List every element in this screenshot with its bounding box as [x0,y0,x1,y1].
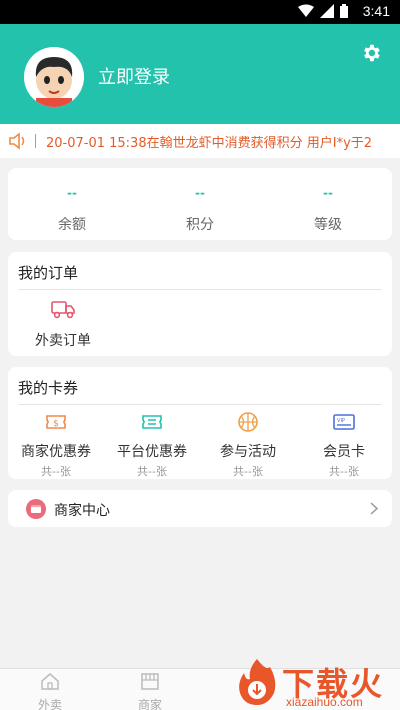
vip-card-icon: VIP [333,414,355,430]
coupon-label: 平台优惠券 [117,444,187,460]
stat-value: -- [323,186,333,200]
status-bar: 3:41 [0,0,400,24]
announcement-ticker[interactable]: 20-07-01 15:38在翰世龙虾中消费获得积分 用户I*y于2 [0,124,400,158]
tab-delivery-label: 外卖 [37,698,62,710]
tab-delivery[interactable]: 外卖 [20,671,80,710]
coupon-label: 商家优惠券 [21,444,91,460]
stat-label: 余额 [58,217,86,233]
watermark: 下载火 xiazaihuo.com [232,655,400,710]
vip-card-button[interactable]: VIP 会员卡 共--张 [296,411,392,479]
delivery-orders-label: 外卖订单 [35,333,91,349]
coupon-count: 共--张 [137,465,167,478]
my-orders-card: 我的订单 外卖订单 [8,252,392,356]
delivery-orders-button[interactable]: 外卖订单 [28,298,98,350]
signal-icon [320,4,334,18]
stat-label: 等级 [314,217,342,233]
svg-text:VIP: VIP [337,418,345,424]
watermark-url: xiazaihuo.com [286,695,363,709]
coupons-divider [18,404,382,405]
coupon-row: $ 商家优惠券 共--张 平台优惠券 共--张 参与活动 共--张 VIP 会员… [8,411,392,479]
tab-merchant-label: 商家 [137,698,162,710]
platform-coupon-button[interactable]: 平台优惠券 共--张 [104,411,200,479]
platform-coupon-icon [142,415,162,429]
merchant-center-icon [26,499,46,519]
wifi-icon [298,4,314,17]
merchant-coupon-icon: $ [46,415,66,429]
delivery-truck-icon [51,301,75,319]
coupon-count: 共--张 [41,465,71,478]
merchant-center-label: 商家中心 [54,503,110,519]
orders-divider [18,289,382,290]
my-coupons-card: 我的卡券 $ 商家优惠券 共--张 平台优惠券 共--张 参与活动 共--张 V… [8,367,392,479]
coupon-label: 参与活动 [220,444,276,460]
svg-text:$: $ [53,419,59,429]
coupon-count: 共--张 [329,465,359,478]
coupons-title: 我的卡券 [18,379,79,397]
home-icon [41,673,59,690]
ticker-divider [35,134,36,148]
orders-title: 我的订单 [18,264,79,282]
stat-level[interactable]: -- 等级 [264,168,392,240]
account-stats-card: -- 余额 -- 积分 -- 等级 [8,168,392,240]
stat-value: -- [195,186,205,200]
merchant-coupon-button[interactable]: $ 商家优惠券 共--张 [8,411,104,479]
speaker-icon [9,132,25,150]
activities-button[interactable]: 参与活动 共--张 [200,411,296,479]
store-icon [141,673,159,690]
tab-merchant[interactable]: 商家 [120,671,180,710]
gear-icon[interactable] [360,42,382,64]
chevron-right-icon [370,502,378,515]
status-icons [298,4,348,18]
flame-logo-icon [239,659,276,705]
basketball-icon [238,412,258,432]
status-time: 3:41 [362,3,390,19]
coupon-count: 共--张 [233,465,263,478]
profile-header: 立即登录 [0,24,400,124]
avatar-icon[interactable] [24,47,84,107]
stat-points[interactable]: -- 积分 [136,168,264,240]
merchant-center-row[interactable]: 商家中心 [8,490,392,527]
ticker-message: 20-07-01 15:38在翰世龙虾中消费获得积分 用户I*y于2 [46,136,373,151]
stat-value: -- [67,186,77,200]
stat-balance[interactable]: -- 余额 [8,168,136,240]
stat-label: 积分 [186,217,214,233]
coupon-label: 会员卡 [323,444,365,460]
battery-icon [340,4,348,18]
login-link[interactable]: 立即登录 [98,63,170,89]
